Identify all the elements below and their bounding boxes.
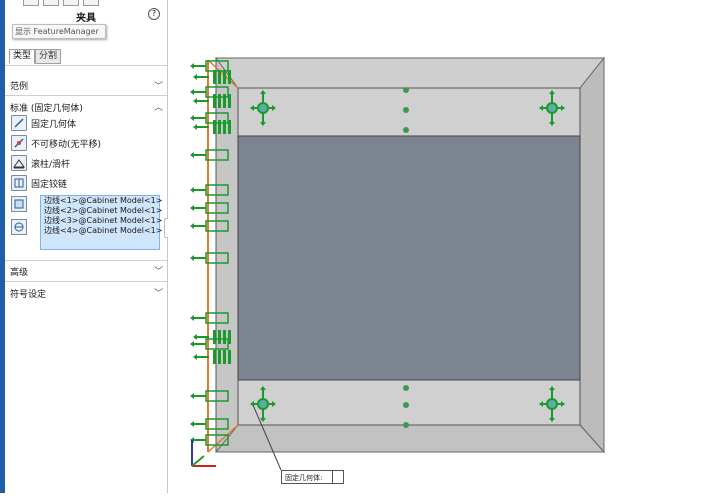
tab-type[interactable]: 类型 (9, 49, 36, 64)
fixture-stack-icon (218, 70, 221, 84)
fixture-stack-icon (213, 94, 216, 108)
fixture-stack-icon (228, 350, 231, 364)
configurationmanager-tab[interactable] (63, 0, 79, 6)
fixture-stack-icon (223, 330, 226, 344)
section-examples[interactable]: 范例 (10, 79, 28, 92)
fixed-geometry-icon (11, 115, 27, 131)
model-view (190, 56, 606, 471)
list-item[interactable]: 边线<3>@Cabinet Model<1> (41, 216, 162, 226)
section-advanced[interactable]: 高级 (10, 265, 28, 278)
fixture-arrow-icon (193, 74, 209, 80)
fixture-arrow-icon (190, 187, 206, 193)
fixture-stack-icon (223, 120, 226, 134)
cabinet-frame (207, 56, 606, 454)
graphics-viewport[interactable]: 固定几何体: (168, 0, 720, 493)
divider (5, 260, 167, 261)
divider (5, 281, 167, 282)
fixture-arrow-icon (193, 98, 209, 104)
section-symbol-settings[interactable]: 符号设定 (10, 287, 46, 300)
panel-title: 夹具 (76, 13, 96, 24)
propertymanager-tab[interactable] (43, 0, 59, 6)
fixture-arrow-icon (190, 152, 206, 158)
fixture-stack-icon (218, 120, 221, 134)
immovable-icon (11, 135, 27, 151)
fixture-stack-icon (213, 120, 216, 134)
option-label: 固定几何体 (31, 120, 77, 130)
manager-tab-strip[interactable] (5, 0, 167, 6)
option-label: 固定铰链 (31, 180, 68, 190)
reference-geometry-icon[interactable] (11, 219, 27, 235)
divider (5, 95, 167, 96)
fixture-stack-icon (218, 330, 221, 344)
callout-label: 固定几何体: (285, 474, 323, 482)
fixture-stack-icon (228, 120, 231, 134)
roller-slider-icon (11, 155, 27, 171)
fixture-stack-icon (223, 350, 226, 364)
fixture-arrow-icon (190, 115, 206, 121)
fixture-stack-icon (213, 330, 216, 344)
type-split-tabs: 类型 分割 (9, 49, 62, 64)
fixture-arrow-icon (193, 124, 209, 130)
fixture-arrow-icon (190, 63, 206, 69)
chevron-down-icon[interactable]: ﹀ (154, 286, 163, 299)
fixture-arrow-icon (193, 354, 209, 360)
fixture-arrow-icon (190, 255, 206, 261)
fixture-node-icon (546, 398, 558, 410)
fixture-arrow-icon (190, 315, 206, 321)
fixture-arrow-icon (190, 205, 206, 211)
fixture-stack-icon (223, 70, 226, 84)
fixture-stack-icon (218, 94, 221, 108)
fixed-hinge-icon (11, 175, 27, 191)
fixture-node-icon (546, 102, 558, 114)
fixture-callout[interactable]: 固定几何体: (281, 470, 344, 484)
fixture-arrow-icon (190, 89, 206, 95)
fixture-stack-icon (228, 94, 231, 108)
fixture-dot-icon (403, 127, 409, 133)
fixture-arrow-icon (190, 421, 206, 427)
featuremanager-tooltip: 显示 FeatureManager (12, 24, 106, 39)
fixture-arrow-icon (190, 223, 206, 229)
list-item[interactable]: 边线<1>@Cabinet Model<1> (41, 196, 162, 206)
chevron-up-icon[interactable]: ︿ (154, 100, 163, 113)
fixture-dot-icon (403, 87, 409, 93)
chevron-down-icon[interactable]: ﹀ (154, 79, 163, 92)
option-label: 不可移动(无平移) (31, 140, 102, 150)
fixture-dot-icon (403, 385, 409, 391)
faces-edges-vertices-icon[interactable] (11, 196, 27, 212)
selected-entities-list[interactable]: 边线<1>@Cabinet Model<1> 边线<2>@Cabinet Mod… (40, 195, 162, 250)
divider (5, 65, 167, 66)
list-item[interactable]: 边线<4>@Cabinet Model<1> (41, 226, 162, 236)
fixture-stack-icon (218, 350, 221, 364)
propertymanager-panel: 夹具 ? 显示 FeatureManager 类型 分割 范例 ﹀ 标准 (固定… (5, 0, 168, 493)
tab-split[interactable]: 分割 (35, 49, 62, 64)
fixture-dot-icon (403, 402, 409, 408)
featuremanager-tab[interactable] (23, 0, 39, 6)
callout-separator (332, 471, 333, 483)
fixture-stack-icon (223, 94, 226, 108)
fixture-dot-icon (403, 422, 409, 428)
fixture-stack-icon (228, 330, 231, 344)
fixture-node-icon (257, 398, 269, 410)
option-label: 滚柱/滑杆 (31, 160, 71, 170)
chevron-down-icon[interactable]: ﹀ (154, 264, 163, 277)
fixture-node-icon (257, 102, 269, 114)
fixture-arrow-icon (190, 341, 206, 347)
fixture-stack-icon (213, 70, 216, 84)
list-item[interactable]: 边线<2>@Cabinet Model<1> (41, 206, 162, 216)
fixture-stack-icon (213, 350, 216, 364)
fixture-stack-icon (228, 70, 231, 84)
fixture-dot-icon (403, 107, 409, 113)
triad-icon (191, 440, 216, 467)
section-standard[interactable]: 标准 (固定几何体) (10, 101, 83, 114)
help-icon[interactable]: ? (148, 8, 160, 20)
fixture-arrow-icon (190, 393, 206, 399)
dimxpert-tab[interactable] (83, 0, 99, 6)
